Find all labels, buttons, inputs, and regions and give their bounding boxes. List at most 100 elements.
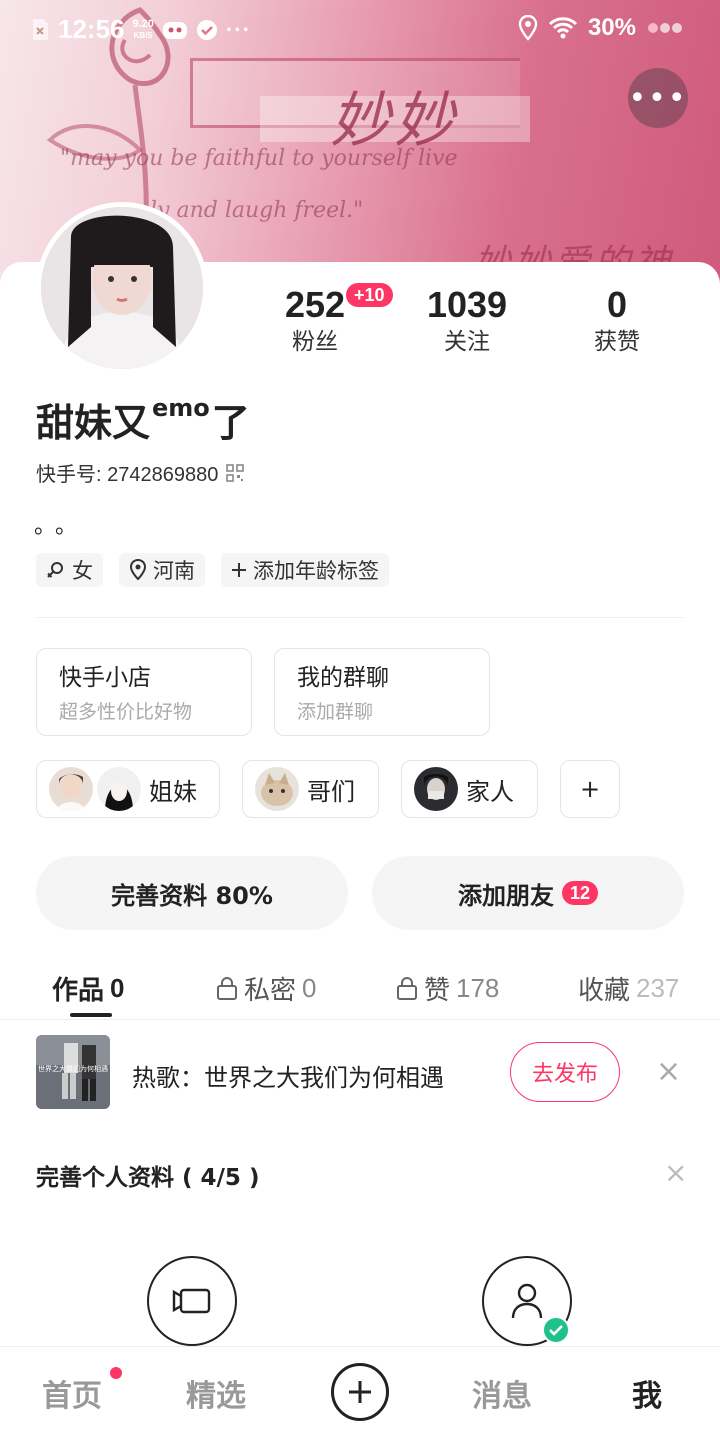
lock-icon xyxy=(217,977,237,1000)
more-notifications-icon: ··· xyxy=(225,16,251,42)
profile-name-part1: 甜妹又 xyxy=(36,401,151,445)
group-brothers[interactable]: 哥们 xyxy=(242,760,379,818)
kuaishou-shop-card[interactable]: 快手小店 超多性价比好物 xyxy=(36,648,252,736)
kuaishou-shop-title: 快手小店 xyxy=(59,665,151,691)
avatar-photo xyxy=(41,207,203,369)
following-label: 关注 xyxy=(444,329,490,355)
profile-tags: 女 河南 添加年龄标签 xyxy=(36,553,389,587)
add-friends-badge: 12 xyxy=(561,881,599,905)
following-count: 1039 xyxy=(426,284,508,325)
complete-profile-button[interactable]: 完善资料 80% xyxy=(36,856,348,930)
likes-count: 0 xyxy=(606,284,628,325)
song-thumbnail-caption: 世界之大我们为何相遇 xyxy=(38,1065,108,1073)
group-family-label: 家人 xyxy=(466,777,514,806)
profile-bio: 。。 xyxy=(34,514,88,539)
tab-favorites[interactable]: 收藏 237 xyxy=(578,960,679,1016)
tab-private[interactable]: 私密 0 xyxy=(216,960,316,1016)
complete-profile-label: 完善资料 80% xyxy=(111,881,273,910)
add-friends-label: 添加朋友 xyxy=(457,881,554,910)
verified-check-icon xyxy=(196,19,217,40)
kuaishou-id-value: 2742869880 xyxy=(107,464,219,486)
group-sisters-label: 姐妹 xyxy=(149,777,197,806)
close-icon[interactable]: × xyxy=(656,1054,681,1089)
followers-new-badge: +10 xyxy=(346,283,393,307)
plus-icon xyxy=(232,563,246,577)
profile-name-sup: emo xyxy=(152,394,210,422)
battery-level: 30% xyxy=(587,14,636,41)
kuaishou-id-label: 快手号: xyxy=(36,464,108,486)
upload-video-button[interactable] xyxy=(147,1256,237,1346)
tag-location[interactable]: 河南 xyxy=(119,553,205,587)
bottom-nav: 首页 精选 消息 我 xyxy=(0,1346,720,1436)
group-chat-card[interactable]: 我的群聊 添加群聊 xyxy=(274,648,490,736)
tab-likes[interactable]: 赞 178 xyxy=(396,960,499,1016)
divider xyxy=(36,617,684,618)
kuaishou-shop-subtitle: 超多性价比好物 xyxy=(59,701,193,723)
complete-profile-title: 完善个人资料 ( 4/5 ) xyxy=(36,1165,260,1191)
banner-quote-line2: ly and laugh freel." xyxy=(150,198,364,223)
add-friends-button[interactable]: 添加朋友 12 xyxy=(372,856,684,930)
tab-favorites-label: 收藏 xyxy=(578,975,631,1006)
qr-code-icon[interactable] xyxy=(226,463,245,482)
avatar[interactable] xyxy=(36,202,208,374)
nav-me[interactable]: 我 xyxy=(632,1371,662,1415)
app-notification-icon xyxy=(162,21,187,39)
group-avatar xyxy=(414,767,458,811)
person-icon xyxy=(511,1283,543,1319)
tag-add-age-label: 添加年龄标签 xyxy=(253,559,379,583)
profile-name: 甜妹又emo了 xyxy=(36,392,250,447)
sim-card-icon xyxy=(33,18,48,40)
more-horizontal-icon: ••• xyxy=(628,80,688,116)
female-icon xyxy=(47,562,63,578)
tab-works-count: 0 xyxy=(110,972,125,1003)
group-chat-title: 我的群聊 xyxy=(297,665,389,691)
tag-gender-label: 女 xyxy=(72,559,93,583)
tag-add-age[interactable]: 添加年龄标签 xyxy=(221,553,389,587)
tag-location-label: 河南 xyxy=(153,559,195,583)
hot-song-text: 热歌：世界之大我们为何相遇 xyxy=(132,1064,444,1092)
followers-label: 粉丝 xyxy=(292,329,338,355)
kuaishou-id[interactable]: 快手号: 2742869880 xyxy=(36,458,245,487)
stat-following[interactable]: 1039 关注 xyxy=(397,284,537,358)
banner-quote-line1: "may you be faithful to yourself live xyxy=(60,146,458,171)
stat-likes[interactable]: 0 获赞 xyxy=(547,284,687,358)
content-tabs: 作品 0 私密 0 赞 178 收藏 237 xyxy=(0,960,720,1020)
nav-featured[interactable]: 精选 xyxy=(186,1371,246,1415)
group-avatar xyxy=(97,767,141,811)
likes-label: 获赞 xyxy=(594,329,640,355)
tag-gender[interactable]: 女 xyxy=(36,553,103,587)
location-pin-icon xyxy=(129,559,147,581)
publish-button[interactable]: 去发布 xyxy=(510,1042,620,1102)
nav-home[interactable]: 首页 xyxy=(42,1371,102,1415)
network-speed: 9.20 KB/S xyxy=(133,18,154,41)
tab-private-count: 0 xyxy=(302,972,317,1003)
active-tab-indicator xyxy=(70,1013,112,1017)
tab-likes-count: 178 xyxy=(456,972,500,1003)
song-thumbnail: 世界之大我们为何相遇 xyxy=(36,1035,110,1109)
lock-icon xyxy=(397,977,417,1000)
group-avatar xyxy=(255,767,299,811)
tab-works[interactable]: 作品 0 xyxy=(52,960,124,1016)
completed-check-icon xyxy=(542,1316,570,1344)
group-avatar xyxy=(49,767,93,811)
group-family[interactable]: 家人 xyxy=(401,760,538,818)
tab-works-label: 作品 xyxy=(52,975,105,1006)
nav-home-dot xyxy=(110,1367,122,1379)
tab-favorites-count: 237 xyxy=(636,972,680,1003)
more-options-button[interactable]: ••• xyxy=(628,68,688,128)
close-icon[interactable]: × xyxy=(664,1156,687,1189)
wifi-icon xyxy=(548,17,578,39)
profile-page: 妙妙 "may you be faithful to yourself live… xyxy=(0,0,720,1436)
add-group-button[interactable]: + xyxy=(560,760,620,818)
clock: 12:56 xyxy=(58,14,125,44)
nav-messages[interactable]: 消息 xyxy=(472,1371,532,1415)
group-sisters[interactable]: 姐妹 xyxy=(36,760,220,818)
battery-flower-icon xyxy=(648,23,682,33)
hot-song-banner[interactable]: 世界之大我们为何相遇 热歌：世界之大我们为何相遇 去发布 × xyxy=(0,1030,720,1120)
tab-likes-label: 赞 xyxy=(424,975,451,1006)
tab-private-label: 私密 xyxy=(244,975,297,1006)
video-camera-icon xyxy=(172,1288,211,1314)
plus-icon xyxy=(349,1381,371,1403)
status-bar: 12:56 9.20 KB/S ··· 30% xyxy=(0,0,720,60)
create-button[interactable] xyxy=(331,1363,389,1421)
